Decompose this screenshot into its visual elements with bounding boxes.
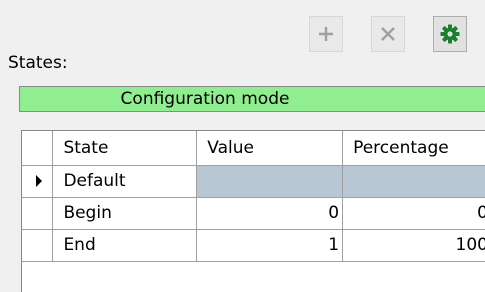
cell-state[interactable]: Default: [52, 165, 198, 198]
cell-state[interactable]: Begin: [52, 197, 198, 230]
states-grid[interactable]: State Value Percentage Default Begin 0 0…: [21, 130, 485, 292]
x-icon: [381, 27, 395, 41]
cell-value[interactable]: 0: [196, 197, 344, 230]
states-panel: States: Configuration mode State Value P…: [0, 0, 485, 292]
row-header[interactable]: [22, 197, 54, 230]
gear-icon: [440, 24, 460, 44]
table-row[interactable]: Begin 0 0: [22, 197, 485, 230]
current-row-arrow-icon: [36, 175, 43, 187]
column-header-percentage[interactable]: Percentage: [342, 131, 485, 166]
settings-button[interactable]: [433, 16, 467, 52]
cell-value[interactable]: [196, 165, 344, 198]
remove-state-button[interactable]: [371, 16, 405, 52]
plus-icon: [319, 27, 333, 41]
header-row: State Value Percentage: [22, 131, 485, 166]
cell-percentage[interactable]: 0: [342, 197, 485, 230]
row-header[interactable]: [22, 229, 54, 262]
table-row[interactable]: End 1 100: [22, 229, 485, 262]
row-header-current[interactable]: [22, 165, 54, 198]
corner-cell: [22, 131, 54, 166]
table-row[interactable]: Default: [22, 165, 485, 198]
column-header-state[interactable]: State: [52, 131, 198, 166]
cell-percentage[interactable]: 100: [342, 229, 485, 262]
cell-percentage[interactable]: [342, 165, 485, 198]
add-state-button[interactable]: [309, 16, 343, 52]
states-label: States:: [8, 53, 68, 73]
cell-state[interactable]: End: [52, 229, 198, 262]
states-table: State Value Percentage Default Begin 0 0…: [22, 131, 485, 262]
configuration-mode-bar: Configuration mode: [19, 86, 485, 112]
column-header-value[interactable]: Value: [196, 131, 344, 166]
cell-value[interactable]: 1: [196, 229, 344, 262]
